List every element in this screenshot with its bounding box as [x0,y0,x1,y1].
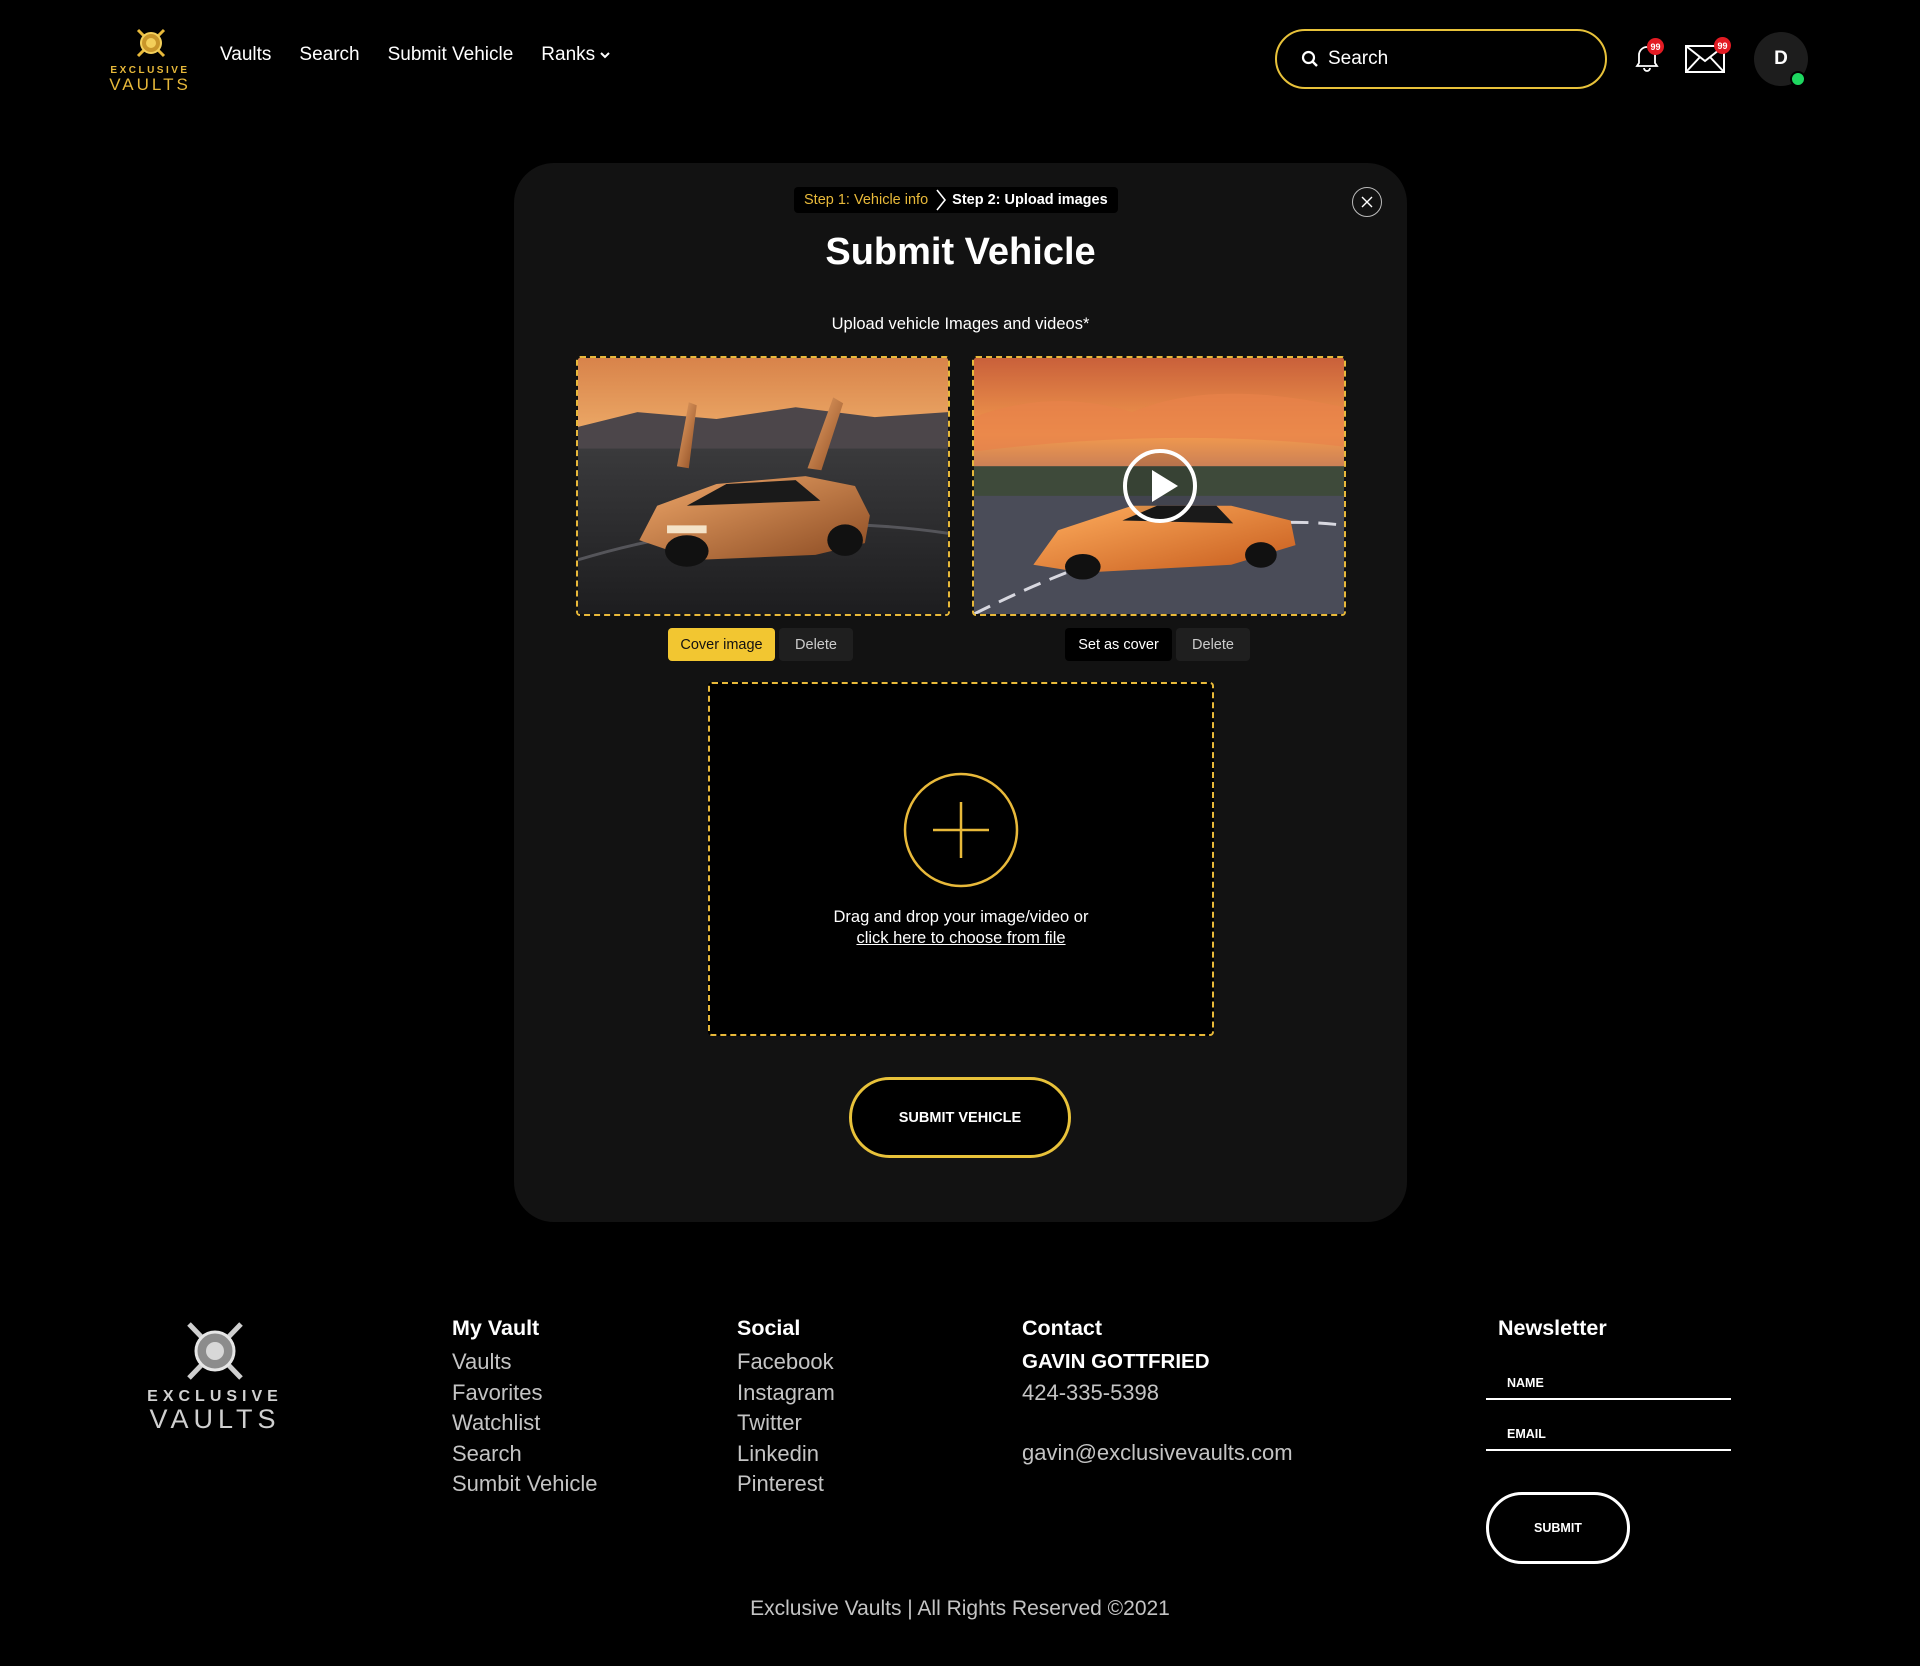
footer-link-vaults[interactable]: Vaults [452,1347,598,1378]
nav-ranks-label: Ranks [541,44,596,65]
contact-heading: Contact [1022,1316,1103,1340]
delete-video-button[interactable]: Delete [1176,628,1250,661]
close-button[interactable] [1352,187,1382,217]
newsletter-email-input[interactable] [1486,1427,1731,1441]
header-search[interactable] [1275,29,1607,89]
search-input[interactable] [1328,48,1578,70]
vault-emblem-icon [187,1322,243,1380]
logo-text-bottom: VAULTS [109,75,191,94]
online-status-dot [1790,71,1806,87]
footer-my-vault: My Vault Vaults Favorites Watchlist Sear… [452,1316,598,1500]
footer-link-pinterest[interactable]: Pinterest [737,1469,835,1500]
submit-vehicle-modal: Step 1: Vehicle info Step 2: Upload imag… [514,163,1407,1222]
set-as-cover-button[interactable]: Set as cover [1065,628,1172,661]
footer-contact: Contact GAVIN GOTTFRIED 424-335-5398 gav… [1022,1316,1293,1469]
newsletter-name-input[interactable] [1486,1376,1731,1390]
copyright: Exclusive Vaults | All Rights Reserved ©… [750,1597,1170,1620]
search-icon [1301,50,1318,67]
social-heading: Social [737,1316,801,1340]
choose-file-link[interactable]: click here to choose from file [856,929,1065,947]
footer-newsletter: Newsletter SUBMIT [1486,1316,1731,1564]
contact-email[interactable]: gavin@exclusivevaults.com [1022,1438,1293,1469]
play-icon[interactable] [1122,448,1198,524]
upload-label: Upload vehicle Images and videos* [831,315,1090,333]
submit-vehicle-button[interactable]: SUBMIT VEHICLE [849,1077,1071,1158]
step-upload-images[interactable]: Step 2: Upload images [952,192,1108,208]
newsletter-heading: Newsletter [1498,1316,1607,1340]
footer-link-instagram[interactable]: Instagram [737,1378,835,1409]
messages-button[interactable]: 99 [1685,37,1731,73]
car-photo [578,358,948,614]
footer-link-facebook[interactable]: Facebook [737,1347,835,1378]
contact-name: GAVIN GOTTFRIED [1022,1350,1210,1373]
dropzone-text: Drag and drop your image/video or [833,908,1089,926]
nav-search[interactable]: Search [299,44,359,66]
message-badge: 99 [1714,37,1731,54]
notifications-button[interactable]: 99 [1633,38,1664,72]
footer-link-twitter[interactable]: Twitter [737,1408,835,1439]
site-logo[interactable]: EXCLUSIVE VAULTS [104,26,196,94]
delete-image-button[interactable]: Delete [779,628,853,661]
uploaded-image-thumbnail[interactable] [576,356,950,616]
footer-logo[interactable]: EXCLUSIVE VAULTS [140,1320,290,1434]
newsletter-name-field[interactable] [1486,1374,1731,1400]
uploaded-video-thumbnail[interactable] [972,356,1346,616]
top-header: EXCLUSIVE VAULTS Vaults Search Submit Ve… [0,0,1920,120]
file-dropzone[interactable]: Drag and drop your image/video or click … [708,682,1214,1036]
chevron-right-icon [936,189,947,211]
add-file-icon[interactable] [903,772,1019,888]
footer-logo-text-bottom: VAULTS [149,1404,281,1434]
footer-link-search[interactable]: Search [452,1439,598,1470]
footer-link-favorites[interactable]: Favorites [452,1378,598,1409]
footer-link-submit-vehicle[interactable]: Sumbit Vehicle [452,1469,598,1500]
newsletter-email-field[interactable] [1486,1425,1731,1451]
modal-title: Submit Vehicle [825,231,1096,273]
nav-vaults[interactable]: Vaults [220,44,271,66]
footer-social: Social Facebook Instagram Twitter Linked… [737,1316,835,1500]
nav-submit-vehicle[interactable]: Submit Vehicle [388,44,514,66]
contact-phone[interactable]: 424-335-5398 [1022,1378,1293,1409]
step-breadcrumb: Step 1: Vehicle info Step 2: Upload imag… [794,187,1118,213]
my-vault-heading: My Vault [452,1316,540,1340]
nav-ranks[interactable]: Ranks [541,44,611,66]
main-nav: Vaults Search Submit Vehicle Ranks [220,44,639,66]
cover-image-button[interactable]: Cover image [668,628,775,661]
footer-link-watchlist[interactable]: Watchlist [452,1408,598,1439]
close-icon [1361,196,1373,208]
footer-link-linkedin[interactable]: Linkedin [737,1439,835,1470]
contact-spacer [1022,1408,1293,1438]
dropzone-instructions: Drag and drop your image/video or click … [710,907,1212,949]
vault-emblem-icon [136,28,166,58]
newsletter-submit-button[interactable]: SUBMIT [1486,1492,1630,1564]
chevron-down-icon [600,52,610,59]
notification-badge: 99 [1647,38,1664,55]
step-vehicle-info[interactable]: Step 1: Vehicle info [804,192,928,208]
